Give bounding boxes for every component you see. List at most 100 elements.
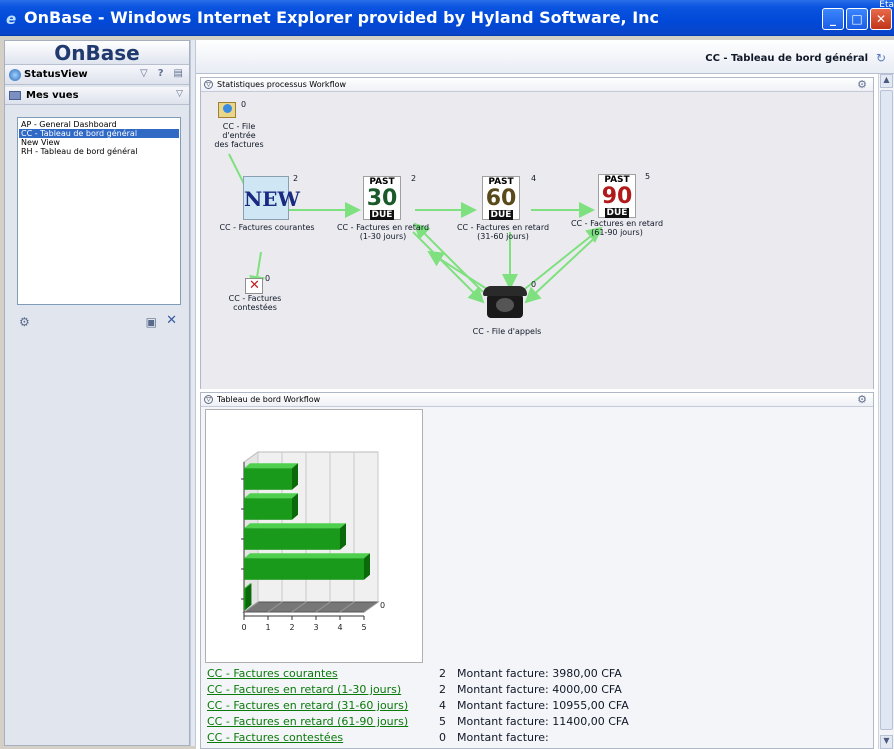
bar-top — [244, 523, 346, 529]
queue-amount: Montant facture: 3980,00 CFA — [457, 667, 622, 680]
x-tick-label: 0 — [241, 623, 246, 632]
node-label-line: (1-30 jours) — [359, 232, 407, 241]
disputed-icon[interactable]: ✕ — [245, 278, 263, 294]
node-count: 2 — [293, 174, 299, 183]
x-tick-label: 4 — [337, 623, 342, 632]
x-tick-label: 3 — [313, 623, 318, 632]
dashboard-row: CC - Factures en retard (1-30 jours) 2 M… — [205, 683, 865, 699]
queue-count: 2 — [439, 683, 446, 696]
scroll-up-icon[interactable]: ▲ — [880, 74, 893, 88]
node-count: 4 — [531, 174, 537, 183]
mes-vues-header[interactable]: Mes vues ▽ — [5, 87, 189, 105]
queue-count: 5 — [439, 715, 446, 728]
bar-chart: 0 1 2 3 4 5 0 — [205, 409, 423, 663]
phone-icon[interactable] — [483, 282, 527, 320]
minimize-button[interactable]: _ — [822, 8, 844, 30]
node-count: 5 — [645, 172, 651, 181]
page-icon[interactable]: ▤ — [174, 68, 183, 79]
globe-icon — [9, 68, 21, 81]
node-label-line: CC - Factures — [228, 294, 282, 303]
bar-1 — [244, 498, 292, 520]
collapse-toggle-icon[interactable]: ▽ — [204, 80, 213, 89]
dashboard-row: CC - Factures en retard (61-90 jours) 5 … — [205, 715, 865, 731]
queue-link[interactable]: CC - Factures en retard (61-90 jours) — [207, 715, 408, 728]
bar-3 — [244, 558, 364, 580]
node-label: CC - Factures courantes — [219, 223, 315, 232]
node-label-line: CC - File d'entrée — [222, 122, 256, 140]
past-due-30-icon[interactable]: PAST 30 DUE — [363, 176, 401, 220]
queue-count: 2 — [439, 667, 446, 680]
connector-arrow — [524, 231, 602, 304]
node-label-line: contestées — [233, 303, 277, 312]
mes-vues-label: Mes vues — [26, 90, 79, 101]
node-label: CC - Factures en retard (31-60 jours) — [455, 223, 551, 241]
scroll-down-icon[interactable]: ▼ — [880, 735, 893, 749]
sidebar: OnBase StatusView ▽ ? ▤ Mes vues ▽ AP - … — [4, 40, 190, 746]
past-due-60-icon[interactable]: PAST 60 DUE — [482, 176, 520, 220]
node-label-line: CC - Factures en retard — [456, 223, 550, 232]
node-count: 0 — [531, 280, 537, 289]
views-icon — [9, 91, 21, 100]
collapse-arrow-icon[interactable]: ▽ — [176, 89, 183, 99]
window-title: OnBase - Windows Internet Explorer provi… — [24, 8, 660, 27]
panel-title: Tableau de bord Workflow — [217, 395, 321, 404]
new-icon[interactable]: NEW — [243, 176, 300, 220]
view-item[interactable]: RH - Tableau de bord général — [19, 147, 179, 156]
dashboard-row: CC - Factures courantes 2 Montant factur… — [205, 667, 865, 683]
statusview-header[interactable]: StatusView ▽ ? ▤ — [5, 65, 189, 85]
statusview-label: StatusView — [24, 69, 88, 80]
gear-icon[interactable]: ⚙ — [857, 393, 867, 407]
refresh-icon[interactable]: ↻ — [876, 51, 886, 65]
node-count: 2 — [411, 174, 417, 183]
close-button[interactable]: ✕ — [870, 8, 892, 30]
workflow-diagram: 0 CC - File d'entrée des factures NEW 2 … — [201, 92, 873, 389]
past-due-90-icon[interactable]: PAST 90 DUE — [598, 174, 636, 218]
dashboard-header: CC - Tableau de bord général ↻ — [196, 40, 894, 74]
due-text: DUE — [370, 210, 394, 220]
view-item-selected[interactable]: CC - Tableau de bord général — [19, 129, 179, 138]
node-label-line: CC - Factures en retard — [336, 223, 430, 232]
scroll-thumb[interactable] — [880, 90, 893, 730]
window-title-bar[interactable]: e OnBase - Windows Internet Explorer pro… — [0, 0, 894, 36]
queue-link[interactable]: CC - Factures en retard (1-30 jours) — [207, 683, 401, 696]
chart-floor — [242, 601, 380, 613]
node-label-line: (31-60 jours) — [477, 232, 529, 241]
bar-top — [244, 463, 298, 469]
settings-icon[interactable]: ⚙ — [19, 315, 30, 329]
node-label: CC - File d'entrée des factures — [209, 122, 269, 149]
dropdown-arrow-icon[interactable]: ▽ — [140, 68, 148, 79]
queue-link[interactable]: CC - Factures en retard (31-60 jours) — [207, 699, 408, 712]
vertical-scrollbar[interactable]: ▲ ▼ — [878, 74, 894, 749]
bar-2 — [244, 528, 340, 550]
gear-icon[interactable]: ⚙ — [857, 78, 867, 92]
bar-chart-svg: 0 1 2 3 4 5 0 — [241, 451, 385, 632]
queue-amount: Montant facture: 4000,00 CFA — [457, 683, 622, 696]
folder-icon[interactable] — [218, 102, 236, 118]
queue-amount: Montant facture: 10955,00 CFA — [457, 699, 629, 712]
ie-icon: e — [6, 9, 17, 28]
maximize-button[interactable]: □ — [846, 8, 868, 30]
bar-top — [244, 553, 370, 559]
main-content: CC - Tableau de bord général ↻ ▽ Statist… — [196, 40, 894, 749]
views-listbox[interactable]: AP - General Dashboard CC - Tableau de b… — [17, 117, 181, 305]
panel-header: ▽ Statistiques processus Workflow ⚙ — [201, 78, 873, 92]
collapse-toggle-icon[interactable]: ▽ — [204, 395, 213, 404]
bar-top — [244, 493, 298, 499]
x-tick-label: 5 — [361, 623, 366, 632]
bar-0 — [244, 468, 292, 490]
onbase-logo: OnBase — [5, 41, 189, 65]
node-label: CC - File d'appels — [472, 327, 542, 336]
node-label: CC - Factures en retard (1-30 jours) — [335, 223, 431, 241]
days-number: 90 — [601, 184, 633, 209]
help-icon[interactable]: ? — [158, 68, 164, 79]
queue-link[interactable]: CC - Factures contestées — [207, 731, 343, 744]
view-item[interactable]: New View — [19, 138, 179, 147]
dashboard-row: CC - Factures en retard (31-60 jours) 4 … — [205, 699, 865, 715]
node-label-line: CC - Factures en retard — [570, 219, 664, 228]
depth-label: 0 — [380, 601, 385, 610]
delete-icon[interactable]: ✕ — [166, 313, 177, 328]
add-view-icon[interactable]: ▣ — [146, 315, 157, 329]
view-item[interactable]: AP - General Dashboard — [19, 120, 179, 129]
node-label: CC - Factures contestées — [225, 294, 285, 312]
queue-link[interactable]: CC - Factures courantes — [207, 667, 338, 680]
